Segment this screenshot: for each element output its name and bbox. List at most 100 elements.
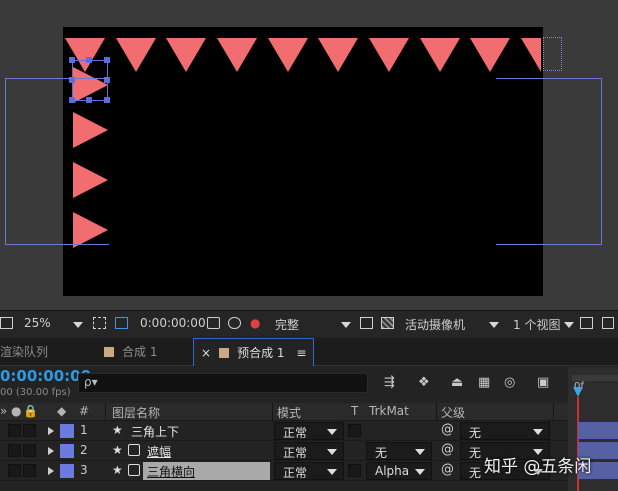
layer-column-header: » ● 🔒 ◆ # 图层名称 模式 T TrkMat 父级 (0, 403, 618, 421)
triangle-shape (268, 38, 308, 72)
layout-icon[interactable] (580, 317, 593, 329)
label-column-icon[interactable]: ◆ (57, 404, 66, 418)
parent-value: 无 (469, 446, 482, 460)
mode-select[interactable]: 正常 (274, 462, 344, 480)
chevron-down-icon (533, 429, 543, 435)
mode-column-header[interactable]: 模式 (277, 404, 301, 421)
motion-blur-icon[interactable]: ◎ (504, 375, 515, 390)
index-column-header[interactable]: # (79, 404, 89, 418)
layer-duration-bar[interactable] (578, 422, 618, 439)
region-of-interest-icon[interactable] (360, 317, 373, 329)
draft-3d-icon[interactable]: ❖ (418, 375, 430, 390)
chevron-down-icon[interactable] (73, 322, 83, 328)
views-select[interactable]: 1 个视图 (513, 316, 560, 333)
mask-toggle-icon[interactable] (115, 317, 128, 329)
triangle-shape (521, 38, 541, 72)
parent-select[interactable]: 无 (460, 422, 550, 440)
chevron-down-icon[interactable] (489, 322, 499, 328)
preserve-transparency-toggle[interactable] (348, 424, 361, 437)
graph-editor-icon[interactable]: ▣ (537, 375, 549, 390)
hide-shy-icon[interactable]: ⏏ (451, 375, 463, 390)
mode-select[interactable]: 正常 (274, 422, 344, 440)
pick-whip-icon[interactable]: @ (441, 442, 454, 457)
label-color-swatch[interactable] (60, 464, 74, 478)
tab-render-queue[interactable]: 渲染队列 (0, 338, 90, 366)
t-column-header[interactable]: T (351, 404, 358, 418)
expand-arrow-icon[interactable] (48, 467, 54, 475)
trkmat-select[interactable]: 无 (366, 442, 432, 460)
audio-toggle[interactable] (23, 444, 36, 457)
mode-value: 正常 (283, 446, 308, 460)
composition-icon (104, 347, 114, 357)
visibility-toggle[interactable] (8, 424, 21, 437)
trkmat-value: Alpha (375, 464, 410, 478)
chevron-down-icon (327, 429, 337, 435)
timeline-header: 0:00:00:00 00 (30.00 fps) ρ▾ ⇶ ❖ ⏏ ▦ ◎ ▣ (0, 367, 618, 403)
monitor-icon[interactable] (0, 317, 13, 329)
preserve-transparency-toggle[interactable] (348, 464, 361, 477)
label-color-swatch[interactable] (60, 424, 74, 438)
layer-row[interactable]: 1 ★ 三角上下 正常 @ 无 (0, 421, 618, 441)
audio-toggle[interactable] (23, 464, 36, 477)
visibility-toggle[interactable] (8, 444, 21, 457)
panel-tab-bar: 渲染队列 合成 1 × 预合成 1 ≡ (0, 338, 618, 366)
layer-index: 1 (80, 423, 88, 437)
layer-bounds (543, 37, 562, 71)
color-channels-icon[interactable]: ● (250, 316, 260, 330)
camera-select[interactable]: 活动摄像机 (405, 316, 465, 333)
layer-name[interactable]: 三角横向 (147, 463, 195, 480)
layer-search-input[interactable]: ρ▾ (78, 373, 368, 393)
guide-frame-right (496, 78, 602, 245)
lock-column-icon[interactable]: 🔒 (23, 404, 38, 418)
layer-name[interactable]: 遮幅 (147, 443, 171, 460)
mode-select[interactable]: 正常 (274, 442, 344, 460)
frame-blending-icon[interactable]: ▦ (478, 375, 490, 390)
work-area-bar[interactable] (572, 375, 618, 381)
triangle-shape (369, 38, 409, 72)
close-icon[interactable]: × (201, 346, 211, 360)
expand-arrow-icon[interactable] (48, 447, 54, 455)
show-snapshot-icon[interactable] (228, 317, 241, 329)
column-divider (272, 403, 273, 421)
zoom-select[interactable]: 25% (24, 316, 51, 330)
layer-index: 3 (80, 463, 88, 477)
menu-icon[interactable]: ≡ (296, 346, 306, 360)
comp-flowchart-icon[interactable]: ⇶ (384, 375, 395, 390)
triangle-shape (318, 38, 358, 72)
solo-column-icon[interactable]: ● (11, 404, 21, 418)
transparency-grid-icon[interactable] (381, 317, 394, 329)
chevron-down-icon (415, 449, 425, 455)
expand-icon[interactable] (602, 317, 614, 329)
trkmat-select[interactable]: Alpha (366, 462, 432, 480)
chevron-down-icon[interactable] (564, 322, 574, 328)
triangle-shape (420, 38, 460, 72)
layer-name-column-header[interactable]: 图层名称 (112, 404, 160, 421)
layer-name[interactable]: 三角上下 (131, 423, 179, 440)
chevron-down-icon[interactable] (341, 322, 351, 328)
fit-frame-icon[interactable] (93, 317, 106, 329)
tab-precomp-1[interactable]: × 预合成 1 ≡ (193, 338, 314, 366)
tab-label: 渲染队列 (0, 345, 49, 359)
composition-viewer[interactable] (0, 0, 618, 310)
layer-index: 2 (80, 443, 88, 457)
audio-toggle[interactable] (23, 424, 36, 437)
current-time[interactable]: 0:00:00:00 (140, 316, 206, 330)
camera-snapshot-icon[interactable] (207, 317, 220, 329)
frame-rate: 00 (30.00 fps) (0, 387, 71, 398)
selection-edge (72, 60, 108, 61)
shape-layer-icon: ★ (112, 443, 123, 457)
pick-whip-icon[interactable]: @ (441, 422, 454, 437)
expand-arrow-icon[interactable] (48, 427, 54, 435)
resolution-select[interactable]: 完整 (275, 316, 299, 333)
watermark: 知乎 @五条闲 (484, 457, 592, 477)
tab-comp-1[interactable]: 合成 1 (104, 338, 190, 366)
pick-whip-icon[interactable]: @ (441, 462, 454, 477)
search-icon: ρ▾ (84, 375, 98, 389)
chevron-down-icon (415, 469, 425, 475)
visibility-toggle[interactable] (8, 464, 21, 477)
label-color-swatch[interactable] (60, 444, 74, 458)
parent-column-header[interactable]: 父级 (441, 404, 465, 421)
playhead[interactable] (573, 387, 583, 397)
eye-column-icon[interactable]: » (0, 404, 7, 418)
trkmat-column-header[interactable]: TrkMat (369, 404, 409, 418)
